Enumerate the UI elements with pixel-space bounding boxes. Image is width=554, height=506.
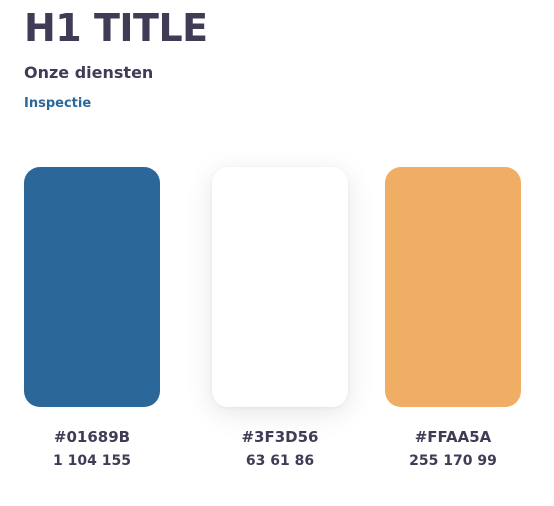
- page-title: H1 TITLE: [24, 6, 208, 50]
- swatch-hex-label: #FFAA5A: [414, 428, 492, 446]
- section-subtitle: Onze diensten: [24, 63, 154, 82]
- color-swatch-white: [212, 167, 348, 407]
- inspectie-link[interactable]: Inspectie: [24, 95, 91, 113]
- swatch-rgb-label: 1 104 155: [53, 453, 131, 469]
- color-swatch-orange: [385, 167, 521, 407]
- color-swatch-blue: [24, 167, 160, 407]
- swatch-hex-label: #3F3D56: [241, 428, 319, 446]
- swatch-rgb-label: 63 61 86: [245, 453, 315, 469]
- swatch-hex-label: #01689B: [53, 428, 131, 446]
- swatch-rgb-label: 255 170 99: [409, 453, 497, 469]
- page: H1 TITLE Onze diensten Inspectie #01689B…: [0, 0, 554, 506]
